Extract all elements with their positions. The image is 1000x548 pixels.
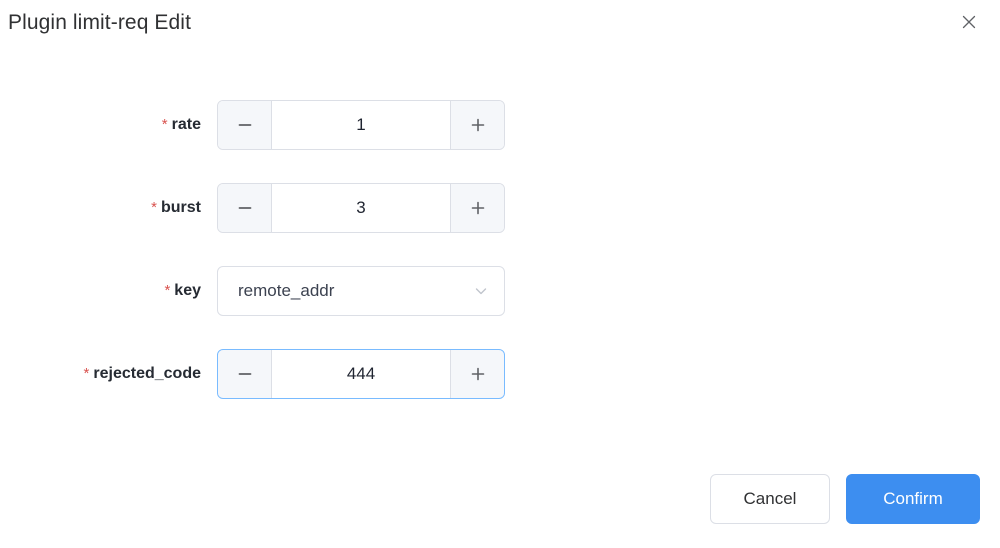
burst-decrement-button[interactable] <box>218 184 272 232</box>
dialog-footer: Cancel Confirm <box>0 468 1000 548</box>
burst-input[interactable]: 3 <box>272 184 450 232</box>
key-select[interactable]: remote_addr <box>217 266 505 316</box>
rejected-code-input[interactable]: 444 <box>272 350 450 398</box>
close-icon <box>959 12 979 32</box>
required-asterisk-rejected-code: * <box>83 365 90 382</box>
rate-stepper[interactable]: 1 <box>217 100 505 150</box>
form-row-burst: * burst 3 <box>0 183 1000 233</box>
burst-increment-button[interactable] <box>450 184 504 232</box>
field-label-key: * key <box>0 266 217 316</box>
confirm-button[interactable]: Confirm <box>846 474 980 524</box>
plus-icon <box>469 116 487 134</box>
rate-decrement-button[interactable] <box>218 101 272 149</box>
rejected-code-increment-button[interactable] <box>450 350 504 398</box>
minus-icon <box>236 365 254 383</box>
form-row-key: * key remote_addr <box>0 266 1000 316</box>
close-button[interactable] <box>956 9 982 35</box>
field-label-text-burst: burst <box>161 199 201 216</box>
form-row-rate: * rate 1 <box>0 100 1000 150</box>
field-label-rejected-code: * rejected_code <box>0 349 217 399</box>
burst-stepper[interactable]: 3 <box>217 183 505 233</box>
required-asterisk-key: * <box>164 282 171 299</box>
field-label-burst: * burst <box>0 183 217 233</box>
rate-increment-button[interactable] <box>450 101 504 149</box>
plugin-config-form: * rate 1 * burst 3 * key remote_addr * r… <box>0 58 1000 468</box>
rejected-code-decrement-button[interactable] <box>218 350 272 398</box>
rejected-code-stepper[interactable]: 444 <box>217 349 505 399</box>
form-row-rejected-code: * rejected_code 444 <box>0 349 1000 399</box>
plus-icon <box>469 199 487 217</box>
field-label-rate: * rate <box>0 100 217 150</box>
field-label-text-key: key <box>174 282 201 299</box>
minus-icon <box>236 116 254 134</box>
required-asterisk-rate: * <box>161 116 168 133</box>
cancel-button[interactable]: Cancel <box>710 474 830 524</box>
rate-input[interactable]: 1 <box>272 101 450 149</box>
required-asterisk-burst: * <box>151 199 157 216</box>
chevron-down-icon <box>472 282 490 300</box>
plus-icon <box>469 365 487 383</box>
field-label-text-rate: rate <box>171 116 201 133</box>
dialog-header: Plugin limit-req Edit <box>0 0 1000 58</box>
page-title: Plugin limit-req Edit <box>8 11 191 34</box>
field-label-text-rejected-code: rejected_code <box>93 365 201 382</box>
minus-icon <box>236 199 254 217</box>
key-select-value: remote_addr <box>238 281 335 300</box>
